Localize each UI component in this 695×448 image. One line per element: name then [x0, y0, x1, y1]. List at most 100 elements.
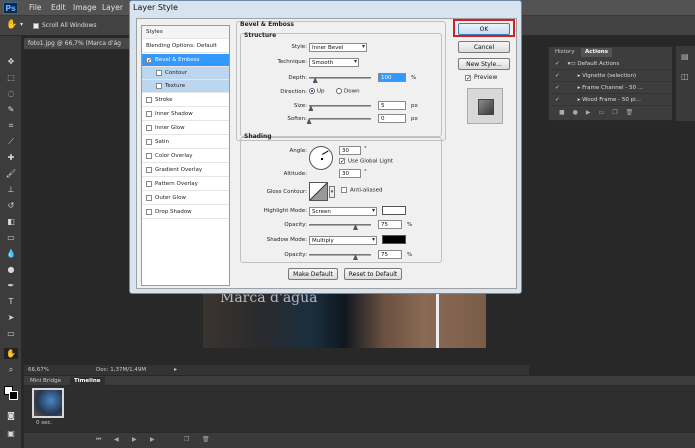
- global-light-checkbox[interactable]: ✓ Use Global Light: [339, 158, 393, 165]
- chevron-down-icon[interactable]: ▾: [329, 186, 335, 198]
- size-slider[interactable]: [308, 105, 371, 111]
- blur-tool-icon[interactable]: 💧: [4, 248, 18, 259]
- action-row[interactable]: ✓ ▸ Vignette (selection): [551, 70, 670, 82]
- eyedropper-tool-icon[interactable]: ⟋: [4, 136, 18, 147]
- checkbox[interactable]: [146, 110, 152, 117]
- checkmark-icon[interactable]: ✓: [555, 85, 560, 91]
- pen-tool-icon[interactable]: ✒: [4, 280, 18, 291]
- preview-checkbox[interactable]: ✓ Preview: [465, 74, 497, 81]
- style-item-gradient-overlay[interactable]: Gradient Overlay: [142, 164, 229, 177]
- highlight-mode-dropdown[interactable]: Screen: [309, 207, 377, 216]
- menu-image[interactable]: Image: [73, 3, 97, 12]
- shadow-color-swatch[interactable]: [382, 235, 406, 244]
- eraser-tool-icon[interactable]: ◧: [4, 216, 18, 227]
- shape-tool-icon[interactable]: ▭: [4, 328, 18, 339]
- highlight-color-swatch[interactable]: [382, 206, 406, 215]
- anti-aliased-checkbox[interactable]: Anti-aliased: [341, 187, 382, 194]
- checkbox[interactable]: [146, 138, 152, 145]
- direction-up-radio[interactable]: Up: [309, 88, 325, 95]
- ok-button[interactable]: OK: [458, 23, 510, 35]
- shadow-opacity-input[interactable]: 75: [378, 250, 402, 259]
- dodge-tool-icon[interactable]: ●: [4, 264, 18, 275]
- document-tab[interactable]: foto1.jpg @ 66,7% (Marca d'ág: [24, 38, 134, 49]
- checkbox[interactable]: [146, 180, 152, 187]
- tab-actions[interactable]: Actions: [581, 48, 612, 57]
- healing-tool-icon[interactable]: ✚: [4, 152, 18, 163]
- radio-button[interactable]: [336, 88, 342, 94]
- checkbox[interactable]: [146, 166, 152, 173]
- frame-delay[interactable]: 0 sec.: [36, 420, 52, 426]
- status-arrow-icon[interactable]: ▸: [174, 365, 177, 375]
- action-row[interactable]: ✓ ▸ Frame Channel - 50 ...: [551, 82, 670, 94]
- tab-mini-bridge[interactable]: Mini Bridge: [26, 377, 65, 386]
- background-color-swatch[interactable]: [9, 391, 18, 400]
- checkbox[interactable]: [156, 69, 162, 76]
- checkbox[interactable]: ✓: [465, 74, 471, 81]
- style-item-inner-shadow[interactable]: Inner Shadow: [142, 108, 229, 121]
- checkmark-icon[interactable]: ✓: [555, 73, 560, 79]
- panel-icon[interactable]: ▤: [681, 52, 689, 61]
- style-item-color-overlay[interactable]: Color Overlay: [142, 150, 229, 163]
- size-input[interactable]: 5: [378, 101, 406, 110]
- shadow-mode-dropdown[interactable]: Multiply: [309, 236, 377, 245]
- menu-layer[interactable]: Layer: [102, 3, 123, 12]
- tab-history[interactable]: History: [551, 48, 579, 57]
- soften-input[interactable]: 0: [378, 114, 406, 123]
- blending-options-item[interactable]: Blending Options: Default: [142, 40, 229, 53]
- play-icon[interactable]: ▶: [132, 436, 137, 443]
- style-item-outer-glow[interactable]: Outer Glow: [142, 192, 229, 205]
- stamp-tool-icon[interactable]: ⊥: [4, 184, 18, 195]
- menu-file[interactable]: File: [29, 3, 42, 12]
- style-item-pattern-overlay[interactable]: Pattern Overlay: [142, 178, 229, 191]
- checkbox[interactable]: [146, 96, 152, 103]
- depth-slider[interactable]: [309, 77, 371, 83]
- quick-select-tool-icon[interactable]: ✎: [4, 104, 18, 115]
- radio-button[interactable]: [309, 88, 315, 94]
- checkbox[interactable]: [156, 82, 162, 89]
- angle-input[interactable]: 30: [339, 146, 361, 155]
- lasso-tool-icon[interactable]: ◌: [4, 88, 18, 99]
- highlight-opacity-slider[interactable]: [309, 224, 371, 230]
- style-item-satin[interactable]: Satin: [142, 136, 229, 149]
- style-item-contour[interactable]: Contour: [142, 67, 229, 80]
- actions-toolbar[interactable]: ■●▶▭❐🗑: [559, 109, 641, 116]
- style-item-inner-glow[interactable]: Inner Glow: [142, 122, 229, 135]
- style-dropdown[interactable]: Inner Bevel: [309, 43, 367, 52]
- checkbox[interactable]: [146, 194, 152, 201]
- zoom-tool-icon[interactable]: ⌕: [4, 364, 18, 375]
- checkbox[interactable]: ✓: [146, 56, 152, 63]
- zoom-level[interactable]: 66,67%: [28, 365, 49, 375]
- highlight-opacity-input[interactable]: 75: [378, 220, 402, 229]
- checkmark-icon[interactable]: ✓: [555, 61, 560, 67]
- type-tool-icon[interactable]: T: [4, 296, 18, 307]
- history-brush-icon[interactable]: ↺: [4, 200, 18, 211]
- crop-tool-icon[interactable]: ⌗: [4, 120, 18, 131]
- soften-slider[interactable]: [306, 118, 371, 124]
- checkbox[interactable]: [341, 187, 347, 193]
- panel-icon[interactable]: ◫: [681, 72, 689, 81]
- hand-tool-icon-active[interactable]: ✋: [4, 348, 18, 359]
- action-set-row[interactable]: ✓ ▾▭ Default Actions: [551, 58, 670, 70]
- quick-mask-icon[interactable]: ◙: [4, 410, 18, 421]
- reset-to-default-button[interactable]: Reset to Default: [344, 268, 402, 280]
- new-style-button[interactable]: New Style...: [458, 58, 510, 70]
- scroll-all-windows-checkbox[interactable]: [33, 23, 39, 29]
- style-item-texture[interactable]: Texture: [142, 80, 229, 93]
- path-select-tool-icon[interactable]: ➤: [4, 312, 18, 323]
- style-item-drop-shadow[interactable]: Drop Shadow: [142, 206, 229, 219]
- action-row[interactable]: ✓ ▸ Wood Frame - 50 pi...: [551, 94, 670, 106]
- checkbox[interactable]: ✓: [339, 158, 345, 165]
- angle-wheel[interactable]: [309, 146, 333, 170]
- chevron-down-icon[interactable]: ▾: [20, 21, 23, 28]
- style-item-bevel-emboss[interactable]: ✓ Bevel & Emboss: [142, 54, 229, 67]
- frame-thumbnail[interactable]: [32, 388, 64, 418]
- make-default-button[interactable]: Make Default: [288, 268, 338, 280]
- direction-down-radio[interactable]: Down: [336, 88, 360, 95]
- brush-tool-icon[interactable]: 🖌: [4, 168, 18, 179]
- depth-input[interactable]: 100: [378, 73, 406, 82]
- gradient-tool-icon[interactable]: ▭: [4, 232, 18, 243]
- first-frame-icon[interactable]: ⏮: [96, 436, 101, 444]
- tab-timeline[interactable]: Timeline: [70, 377, 105, 386]
- shadow-opacity-slider[interactable]: [309, 254, 371, 260]
- altitude-input[interactable]: 30: [339, 169, 361, 178]
